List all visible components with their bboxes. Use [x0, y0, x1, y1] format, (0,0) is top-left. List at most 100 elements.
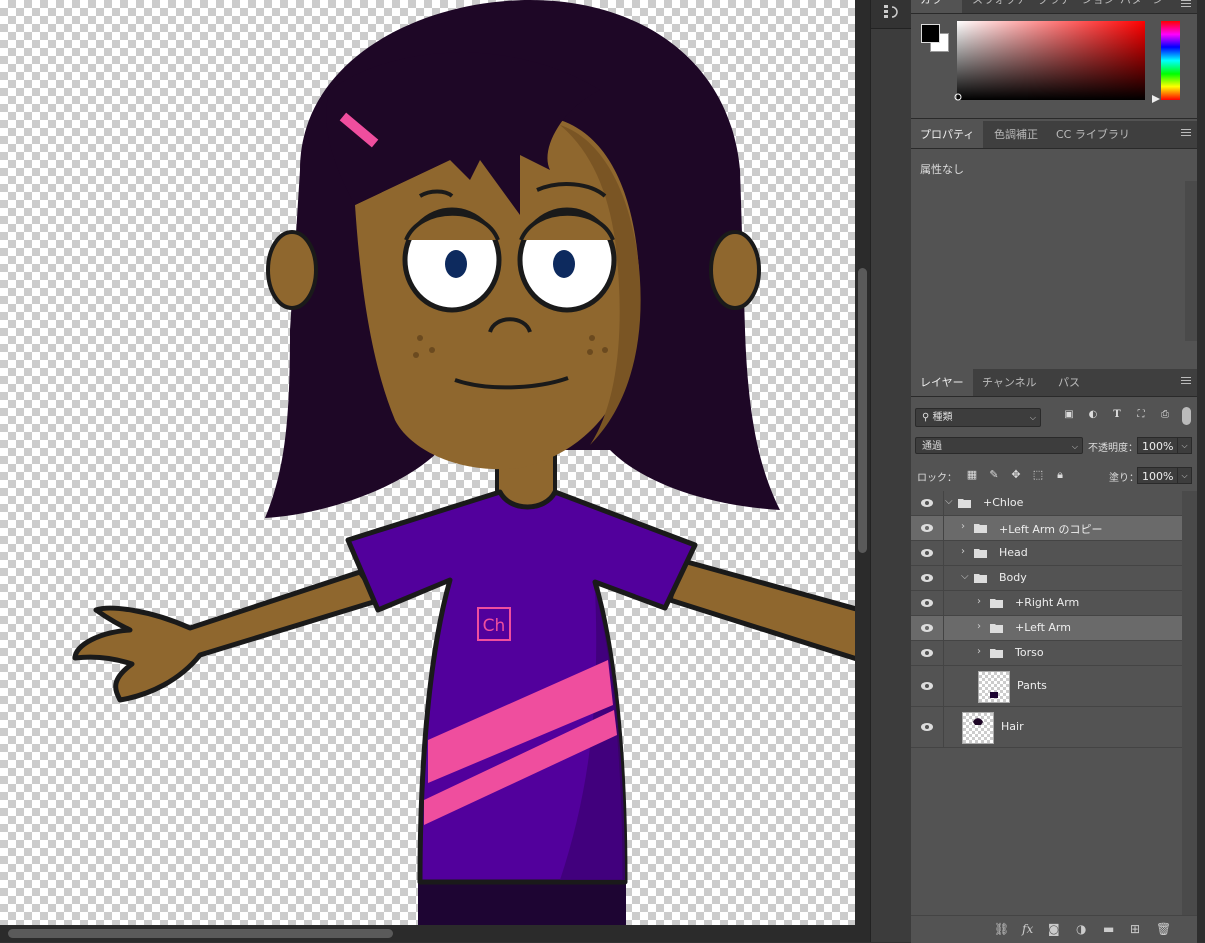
hue-slider[interactable]	[1161, 21, 1180, 100]
chevron-right-icon[interactable]: ›	[977, 621, 981, 632]
panel-menu-icon[interactable]	[1181, 129, 1191, 139]
tab-gradients[interactable]: グラデーション	[1029, 0, 1124, 13]
foreground-color-swatch[interactable]	[921, 24, 940, 43]
properties-scrollbar[interactable]	[1185, 181, 1197, 341]
chevron-right-icon[interactable]: ›	[961, 546, 965, 557]
adjustment-layer-icon[interactable]: ◑	[1076, 922, 1086, 936]
layers-panel-tabs: レイヤー チャンネル パス	[911, 369, 1197, 397]
lock-artboard-icon[interactable]: ⬚	[1027, 468, 1049, 481]
lock-transparency-icon[interactable]: ▦	[961, 468, 983, 481]
opacity-field[interactable]: 100%	[1137, 437, 1179, 454]
lock-all-icon[interactable]: 🔒︎	[1049, 468, 1071, 482]
scroll-thumb[interactable]	[8, 929, 393, 938]
color-spectrum-picker[interactable]	[957, 21, 1145, 100]
layer-row-head[interactable]: › Head	[911, 541, 1182, 566]
tab-cc-libraries[interactable]: CC ライブラリ	[1047, 121, 1139, 148]
new-layer-icon[interactable]: ⊞	[1130, 922, 1140, 936]
opacity-label: 不透明度：	[1088, 443, 1138, 454]
canvas-horizontal-scrollbar[interactable]	[0, 925, 870, 942]
blend-mode-select[interactable]: 通過 ⌵	[915, 437, 1083, 454]
filter-toggle[interactable]	[1182, 407, 1191, 425]
character-artwork: Ch	[72, 0, 855, 925]
lock-brush-icon[interactable]: ✎	[983, 468, 1005, 481]
eye-icon[interactable]	[921, 649, 933, 657]
chevron-right-icon[interactable]: ›	[961, 521, 965, 532]
blend-mode-value: 通過	[922, 441, 942, 452]
eye-icon[interactable]	[921, 599, 933, 607]
layers-list: ⌵ +Chloe › +Left Arm のコピー › Head ⌵ Body	[911, 491, 1182, 915]
eye-icon[interactable]	[921, 624, 933, 632]
eye-icon[interactable]	[921, 524, 933, 532]
fill-dropdown[interactable]: ⌵	[1177, 467, 1192, 484]
right-edge-strip	[1197, 0, 1205, 942]
chevron-right-icon[interactable]: ›	[977, 646, 981, 657]
history-icon[interactable]	[883, 3, 901, 21]
link-layers-icon[interactable]: ⛓	[994, 922, 1009, 936]
layer-row-pants[interactable]: Pants	[911, 666, 1182, 707]
layer-row-torso[interactable]: › Torso	[911, 641, 1182, 666]
filter-pixel-icon[interactable]: ▣	[1057, 409, 1081, 420]
chevron-down-icon: ⌵	[1029, 413, 1036, 422]
panel-strip-header	[871, 0, 911, 29]
folder-icon	[990, 649, 1003, 658]
layer-row-body[interactable]: ⌵ Body	[911, 566, 1182, 591]
layer-name: Body	[999, 571, 1027, 584]
new-group-icon[interactable]: ▬	[1103, 922, 1114, 936]
picker-marker-icon	[954, 93, 962, 101]
filter-type-icon[interactable]: T	[1105, 409, 1129, 420]
eye-icon[interactable]	[921, 574, 933, 582]
document-canvas[interactable]: Ch	[0, 0, 855, 925]
panel-icon-strip	[870, 0, 912, 942]
canvas-vertical-scrollbar[interactable]	[855, 0, 870, 925]
opacity-dropdown[interactable]: ⌵	[1177, 437, 1192, 454]
eye-icon[interactable]	[921, 682, 933, 690]
layer-row-left-arm-copy[interactable]: › +Left Arm のコピー	[911, 516, 1182, 541]
layer-row-left-arm[interactable]: › +Left Arm	[911, 616, 1182, 641]
layer-name: +Right Arm	[1015, 596, 1080, 609]
search-icon: ⚲	[922, 412, 930, 423]
hue-slider-marker-icon[interactable]	[1152, 95, 1160, 103]
folder-icon	[990, 624, 1003, 633]
eye-icon[interactable]	[921, 723, 933, 731]
tab-channels[interactable]: チャンネル	[973, 369, 1046, 396]
filter-smart-object-icon[interactable]: ⎙	[1153, 409, 1177, 420]
eye-icon[interactable]	[921, 549, 933, 557]
layer-row-hair[interactable]: Hair	[911, 707, 1182, 748]
right-pupil	[553, 250, 575, 278]
filter-adjustment-icon[interactable]: ◐	[1081, 409, 1105, 420]
lock-icons: ▦ ✎ ✥ ⬚ 🔒︎	[961, 468, 1071, 482]
fill-field[interactable]: 100%	[1137, 467, 1179, 484]
right-arm	[667, 556, 855, 662]
chevron-down-icon[interactable]: ⌵	[961, 571, 969, 582]
tab-paths[interactable]: パス	[1049, 369, 1089, 396]
trash-icon[interactable]: 🗑︎	[1156, 922, 1171, 936]
layer-row-right-arm[interactable]: › +Right Arm	[911, 591, 1182, 616]
tab-swatches[interactable]: スウォッチ	[963, 0, 1036, 13]
layer-filter-select[interactable]: ⚲ 種類 ⌵	[915, 408, 1041, 427]
tab-properties[interactable]: プロパティ	[911, 121, 984, 148]
panel-menu-icon[interactable]	[1181, 0, 1191, 10]
shirt-logo-text: Ch	[483, 616, 506, 636]
color-panel: カラー スウォッチ グラデーション パターン	[911, 0, 1197, 119]
chevron-right-icon[interactable]: ›	[977, 596, 981, 607]
lock-position-icon[interactable]: ✥	[1005, 468, 1027, 481]
panel-menu-icon[interactable]	[1181, 377, 1191, 387]
folder-icon	[958, 499, 971, 508]
tab-color[interactable]: カラー	[911, 0, 962, 13]
color-panel-tabs: カラー スウォッチ グラデーション パターン	[911, 0, 1197, 14]
tab-layers[interactable]: レイヤー	[911, 369, 973, 396]
eye-icon[interactable]	[921, 499, 933, 507]
layer-name: Pants	[1017, 679, 1047, 692]
scroll-thumb[interactable]	[858, 268, 867, 553]
layer-row-chloe[interactable]: ⌵ +Chloe	[911, 491, 1182, 516]
tab-patterns[interactable]: パターン	[1111, 0, 1172, 13]
filter-kind-label: 種類	[932, 412, 953, 423]
filter-shape-icon[interactable]: ⛶	[1129, 409, 1153, 420]
layers-scrollbar[interactable]	[1182, 491, 1197, 915]
add-mask-icon[interactable]: ◙	[1048, 922, 1060, 936]
layer-name: +Left Arm のコピー	[999, 523, 1103, 536]
chevron-down-icon[interactable]: ⌵	[945, 496, 953, 507]
tab-adjustments[interactable]: 色調補正	[985, 121, 1047, 148]
fx-icon[interactable]: fx	[1022, 922, 1033, 936]
folder-icon	[974, 524, 987, 533]
